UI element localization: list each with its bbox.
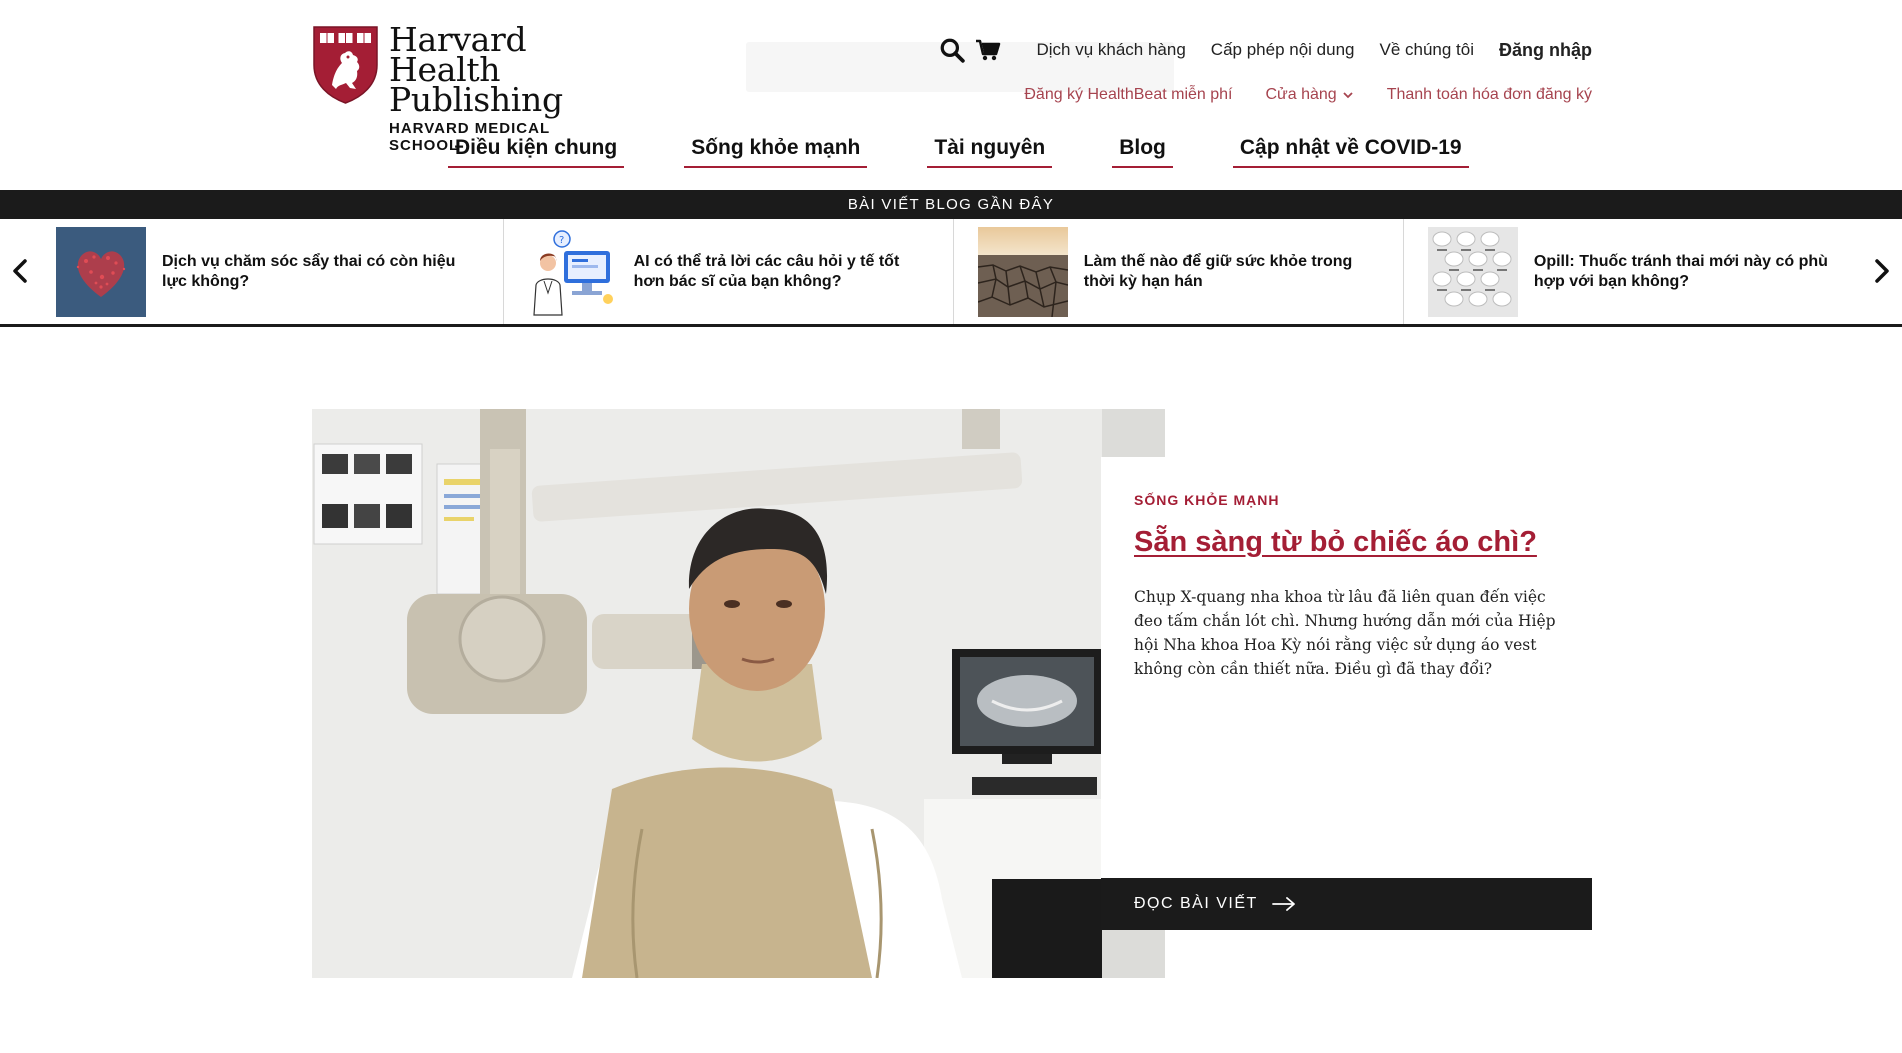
carousel-prev-button[interactable] [6,255,34,287]
read-article-button[interactable]: ĐỌC BÀI VIẾT [1101,878,1592,930]
feature-kicker[interactable]: SỐNG KHỎE MẠNH [1134,492,1279,508]
nav-item-resources[interactable]: Tài nguyên [927,136,1053,168]
brand-title-line2: Publishing [389,80,563,119]
heart-dots-image [56,226,146,317]
brand-title-line1: Harvard Health [389,20,527,89]
healthbeat-signup-link[interactable]: Đăng ký HealthBeat miễn phí [1024,86,1232,104]
recent-blog-carousel: Dịch vụ chăm sóc sẩy thai có còn hiệu lự… [0,219,1902,327]
ai-doctor-illustration: ? [527,226,618,317]
utility-nav: Dịch vụ khách hàng Cấp phép nội dung Về … [939,36,1592,64]
store-dropdown-label: Cửa hàng [1265,86,1337,103]
search-icon[interactable] [939,37,966,63]
carousel-next-button[interactable] [1868,255,1896,287]
feature-title-link[interactable]: Sẵn sàng từ bỏ chiếc áo chì? [1134,526,1537,559]
nav-item-covid[interactable]: Cập nhật về COVID-19 [1232,136,1469,168]
main-nav: Điều kiện chung Sống khỏe mạnh Tài nguyê… [448,136,1469,168]
customer-service-link[interactable]: Dịch vụ khách hàng [1036,40,1185,60]
blog-card-title: Dịch vụ chăm sóc sẩy thai có còn hiệu lự… [162,252,456,290]
blog-card[interactable]: Opill: Thuốc tránh thai mới này có phù h… [1404,219,1854,324]
blog-card-title: AI có thể trả lời các câu hỏi y tế tốt h… [633,252,900,290]
secondary-nav: Đăng ký HealthBeat miễn phí Cửa hàng Tha… [991,86,1592,104]
store-dropdown[interactable]: Cửa hàng [1265,86,1353,104]
chevron-down-icon [1343,92,1353,99]
nav-item-conditions[interactable]: Điều kiện chung [448,136,625,168]
recent-blog-heading: BÀI VIẾT BLOG GẦN ĐÂY [0,190,1902,219]
about-us-link[interactable]: Về chúng tôi [1379,40,1474,60]
login-link[interactable]: Đăng nhập [1499,40,1592,61]
blog-card[interactable]: ? AI có thể trả lời các câu hỏi y tế tốt… [504,219,954,324]
chevron-right-icon [1875,259,1889,283]
blog-card-title: Opill: Thuốc tránh thai mới này có phù h… [1533,252,1828,290]
nav-item-blog[interactable]: Blog [1112,136,1173,168]
feature-hero-image[interactable] [312,409,1165,978]
harvard-shield-icon [313,26,378,104]
arrow-right-icon [1271,897,1295,911]
blog-card[interactable]: Làm thế nào để giữ sức khỏe trong thời k… [954,219,1404,324]
svg-text:?: ? [559,235,564,246]
feature-card: SỐNG KHỎE MẠNH Sẵn sàng từ bỏ chiếc áo c… [1101,457,1592,879]
content-licensing-link[interactable]: Cấp phép nội dung [1211,40,1355,60]
cracked-earth-image [977,226,1068,317]
chevron-left-icon [13,259,27,283]
blog-card-title: Làm thế nào để giữ sức khỏe trong thời k… [1083,252,1353,290]
feature-description: Chụp X-quang nha khoa từ lâu đã liên qua… [1134,588,1556,678]
brand-logo[interactable]: Harvard Health Publishing HARVARD MEDICA… [312,20,622,154]
cart-icon[interactable] [975,37,1001,63]
pill-pack-image [1427,226,1518,317]
blog-card[interactable]: Dịch vụ chăm sóc sẩy thai có còn hiệu lự… [54,219,504,324]
subscription-billing-link[interactable]: Thanh toán hóa đơn đăng ký [1387,86,1592,104]
read-article-label: ĐỌC BÀI VIẾT [1134,895,1258,912]
nav-item-healthy-living[interactable]: Sống khỏe mạnh [684,136,868,168]
